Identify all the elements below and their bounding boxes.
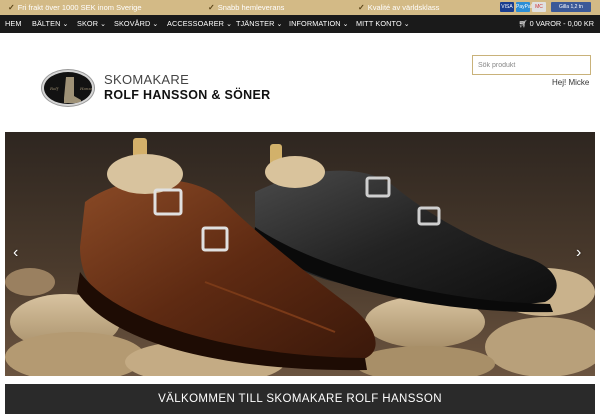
- payment-badges: VISA PayPal MC Gilla 1,2 tn: [500, 2, 591, 12]
- usp-free-shipping: ✓ Fri frakt över 1000 SEK inom Sverige: [8, 0, 142, 15]
- main-navigation: HEM BÄLTEN ⌄ SKOR ⌄ SKOVÅRD ⌄ ACCESSOARER ⌄ …: [0, 15, 600, 33]
- usp-text: Snabb hemleverans: [217, 3, 285, 12]
- nav-item-label: ACCESSOARER: [167, 19, 225, 28]
- nav-item-label: HEM: [5, 19, 22, 28]
- chevron-down-icon: ⌄: [276, 21, 283, 28]
- search-input[interactable]: [472, 55, 591, 75]
- usp-text: Kvalité av världsklass: [367, 3, 440, 12]
- nav-item-balten[interactable]: BÄLTEN ⌄: [32, 15, 68, 33]
- chevron-down-icon: ⌄: [403, 21, 410, 28]
- user-greeting-link[interactable]: Hej! Micke: [552, 78, 589, 87]
- paypal-icon: PayPal: [516, 2, 532, 12]
- nav-item-skor[interactable]: SKOR ⌄: [77, 15, 106, 33]
- nav-item-label: SKOR: [77, 19, 99, 28]
- hero-image: [5, 132, 595, 376]
- check-icon: ✓: [208, 3, 215, 12]
- nav-item-label: SKOVÅRD: [114, 19, 151, 28]
- nav-item-hem[interactable]: HEM: [5, 15, 22, 33]
- mastercard-icon: MC: [532, 2, 546, 12]
- slider-prev-arrow[interactable]: ‹: [13, 245, 18, 261]
- logo-line-1: SKOMAKARE: [104, 72, 190, 87]
- usp-quality: ✓ Kvalité av världsklass: [358, 0, 439, 15]
- hero-slider[interactable]: [5, 132, 595, 376]
- svg-text:Hansson: Hansson: [79, 86, 94, 91]
- usp-fast-delivery: ✓ Snabb hemleverans: [208, 0, 284, 15]
- logo-emblem[interactable]: Rolf Hansson: [42, 70, 94, 106]
- chevron-down-icon: ⌄: [152, 21, 159, 28]
- chevron-down-icon: ⌄: [100, 21, 107, 28]
- chevron-down-icon: ⌄: [342, 21, 349, 28]
- welcome-banner: VÄLKOMMEN TILL SKOMAKARE ROLF HANSSON: [5, 384, 595, 414]
- slider-next-arrow[interactable]: ›: [576, 245, 581, 261]
- boot-icon: Rolf Hansson: [49, 77, 94, 103]
- usp-text: Fri frakt över 1000 SEK inom Sverige: [17, 3, 142, 12]
- nav-item-skovard[interactable]: SKOVÅRD ⌄: [114, 15, 158, 33]
- top-usp-bar: ✓ Fri frakt över 1000 SEK inom Sverige ✓…: [0, 0, 600, 15]
- visa-icon: VISA: [500, 2, 514, 12]
- nav-item-information[interactable]: INFORMATION ⌄: [289, 15, 349, 33]
- svg-text:Rolf: Rolf: [49, 86, 60, 91]
- cart-summary[interactable]: 🛒︎ 0 VAROR - 0,00 KR: [518, 15, 594, 33]
- cart-icon: 🛒︎: [518, 19, 528, 28]
- nav-item-mitt-konto[interactable]: MITT KONTO ⌄: [356, 15, 410, 33]
- chevron-down-icon: ⌄: [62, 21, 69, 28]
- cart-label: 0 VAROR - 0,00 KR: [529, 19, 594, 28]
- chevron-down-icon: ⌄: [226, 21, 233, 28]
- nav-item-tjanster[interactable]: TJÄNSTER ⌄: [236, 15, 282, 33]
- logo-line-2: ROLF HANSSON & SÖNER: [104, 88, 271, 102]
- nav-item-label: MITT KONTO: [356, 19, 402, 28]
- check-icon: ✓: [8, 3, 15, 12]
- facebook-like-button[interactable]: Gilla 1,2 tn: [551, 2, 591, 12]
- check-icon: ✓: [358, 3, 365, 12]
- nav-item-label: TJÄNSTER: [236, 19, 275, 28]
- nav-item-accessoarer[interactable]: ACCESSOARER ⌄: [167, 15, 232, 33]
- nav-item-label: BÄLTEN: [32, 19, 61, 28]
- nav-item-label: INFORMATION: [289, 19, 341, 28]
